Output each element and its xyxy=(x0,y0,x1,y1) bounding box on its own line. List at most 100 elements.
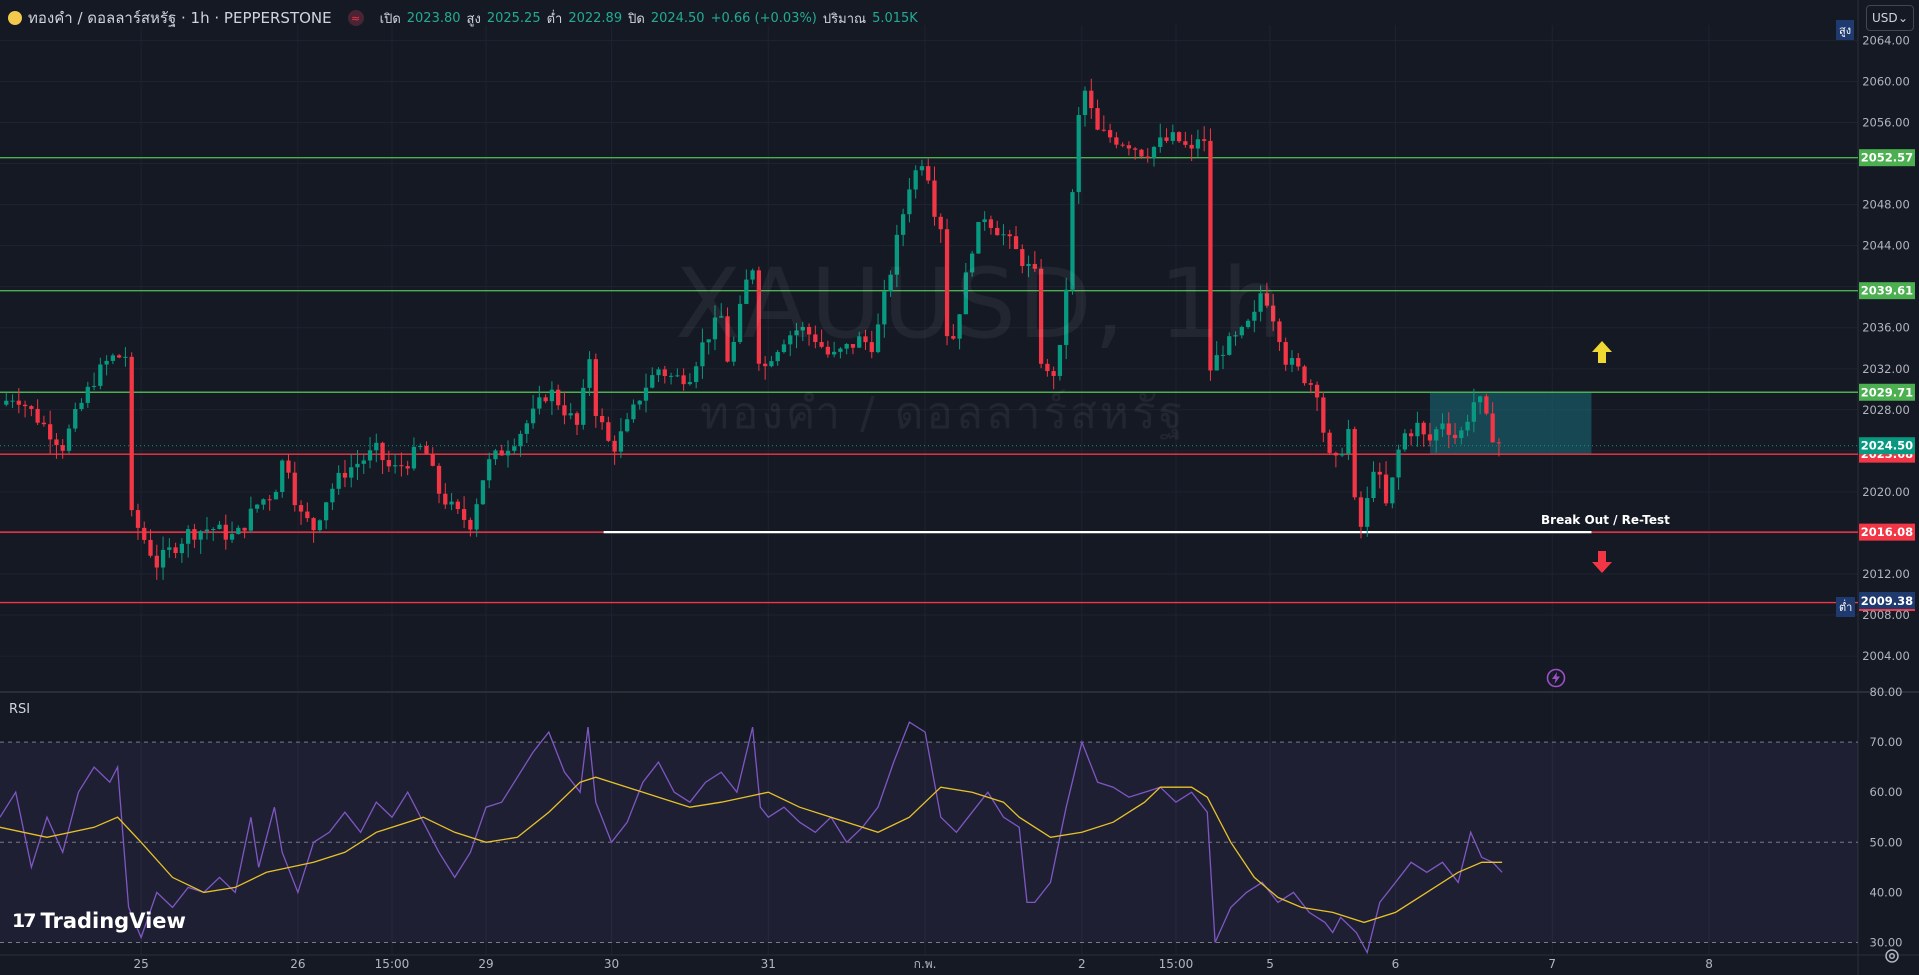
watermark-symbol: XAUUSD, 1h xyxy=(675,248,1285,360)
candle-body xyxy=(763,363,768,367)
candle-body xyxy=(305,511,310,519)
candle-body xyxy=(1133,148,1138,150)
candle-body xyxy=(1051,371,1056,376)
candle-body xyxy=(449,501,454,505)
candle-body xyxy=(656,369,661,376)
price-axis-label: 2012.00 xyxy=(1862,567,1910,581)
candle-body xyxy=(1158,137,1163,147)
candle-body xyxy=(581,387,586,425)
candle-body xyxy=(1145,156,1150,158)
candle-body xyxy=(342,472,348,478)
candle-body xyxy=(1170,132,1175,141)
price-axis-label: 2032.00 xyxy=(1862,362,1910,376)
candle-body xyxy=(524,423,529,434)
candle-body xyxy=(117,355,122,358)
candle-body xyxy=(217,524,222,530)
candle-body xyxy=(1076,115,1081,193)
candle-body xyxy=(380,442,385,461)
change-value: +0.66 (+0.03%) xyxy=(710,10,817,26)
chart-canvas[interactable]: 2052.572039.612029.712023.682016.082009.… xyxy=(0,0,1919,975)
rsi-axis-label: 40.00 xyxy=(1870,885,1903,899)
candle-body xyxy=(35,408,40,423)
candle-body xyxy=(129,356,134,511)
candle-body xyxy=(286,460,291,473)
candle-body xyxy=(631,404,636,420)
price-axis-label: 2044.00 xyxy=(1862,239,1910,253)
candle-body xyxy=(4,400,9,405)
candle-body xyxy=(167,547,172,550)
currency-select[interactable]: USD ⌄ xyxy=(1866,5,1914,31)
lightning-icon[interactable] xyxy=(1546,668,1566,688)
candle-body xyxy=(85,386,90,403)
candle-body xyxy=(386,460,391,467)
candle-body xyxy=(1459,430,1464,439)
candle-body xyxy=(599,415,605,423)
candle-body xyxy=(79,402,84,410)
time-axis-label: 30 xyxy=(604,957,619,971)
candle-body xyxy=(436,465,442,494)
down-arrow-icon[interactable] xyxy=(1590,550,1614,574)
time-axis-label: 25 xyxy=(133,957,148,971)
rsi-axis-label: 70.00 xyxy=(1870,735,1903,749)
candle-body xyxy=(455,501,460,510)
candle-body xyxy=(543,397,548,402)
candle-body xyxy=(1409,433,1414,437)
price-axis-label: 2036.00 xyxy=(1862,321,1910,335)
candle-body xyxy=(123,356,128,358)
candle-body xyxy=(1302,366,1307,384)
demand-zone-box[interactable] xyxy=(1429,392,1592,455)
low-price-tag: 2009.38 xyxy=(1859,592,1915,610)
candle-body xyxy=(298,505,304,512)
candle-body xyxy=(54,439,59,446)
candle-body xyxy=(1176,132,1182,142)
level-price-text: 2052.57 xyxy=(1861,151,1913,165)
rsi-pane-label: RSI xyxy=(9,702,31,717)
candle-body xyxy=(154,555,159,568)
candle-body xyxy=(10,400,15,402)
gold-coin-icon xyxy=(8,11,22,25)
candle-body xyxy=(1107,130,1113,138)
candle-body xyxy=(1321,397,1326,433)
candle-body xyxy=(568,413,573,416)
candle-body xyxy=(411,446,417,469)
candle-body xyxy=(186,529,191,544)
candle-body xyxy=(236,527,241,535)
candle-body xyxy=(1402,433,1408,450)
low-value: 2022.89 xyxy=(568,10,623,26)
price-axis-label: 2028.00 xyxy=(1862,403,1910,417)
candle-body xyxy=(192,529,197,540)
price-axis-label: 2048.00 xyxy=(1862,198,1910,212)
last-price-text: 2024.50 xyxy=(1861,439,1913,453)
candle-body xyxy=(900,214,906,235)
candle-body xyxy=(493,450,498,460)
breakout-annotation[interactable]: Break Out / Re-Test xyxy=(1541,513,1670,527)
candle-body xyxy=(474,504,479,530)
time-axis-label: 8 xyxy=(1705,957,1713,971)
candle-body xyxy=(606,422,611,441)
candle-body xyxy=(637,400,642,405)
symbol-title[interactable]: ทองคำ / ดอลลาร์สหรัฐ · 1h · PEPPERSTONE xyxy=(28,6,332,30)
candle-body xyxy=(1377,471,1382,475)
candle-body xyxy=(242,527,247,531)
candle-body xyxy=(248,508,254,531)
candle-body xyxy=(110,355,116,361)
candle-body xyxy=(1001,234,1006,236)
high-value: 2025.25 xyxy=(486,10,541,26)
currency-value: USD xyxy=(1872,11,1898,25)
candle-body xyxy=(1202,139,1207,141)
candle-body xyxy=(480,480,486,505)
candle-body xyxy=(336,472,341,489)
candle-body xyxy=(995,227,1000,236)
candle-body xyxy=(1126,145,1132,149)
candle-body xyxy=(618,431,624,452)
close-value: 2024.50 xyxy=(650,10,705,26)
candle-body xyxy=(273,492,279,500)
candle-body xyxy=(229,534,235,540)
up-arrow-icon[interactable] xyxy=(1590,340,1614,364)
price-axis-label: 2020.00 xyxy=(1862,485,1910,499)
gear-icon[interactable] xyxy=(1882,946,1902,966)
time-axis-label: 5 xyxy=(1266,957,1274,971)
market-status-icon[interactable]: ≈ xyxy=(347,10,364,26)
candle-body xyxy=(1296,358,1301,367)
price-axis-label: 2056.00 xyxy=(1862,115,1910,129)
